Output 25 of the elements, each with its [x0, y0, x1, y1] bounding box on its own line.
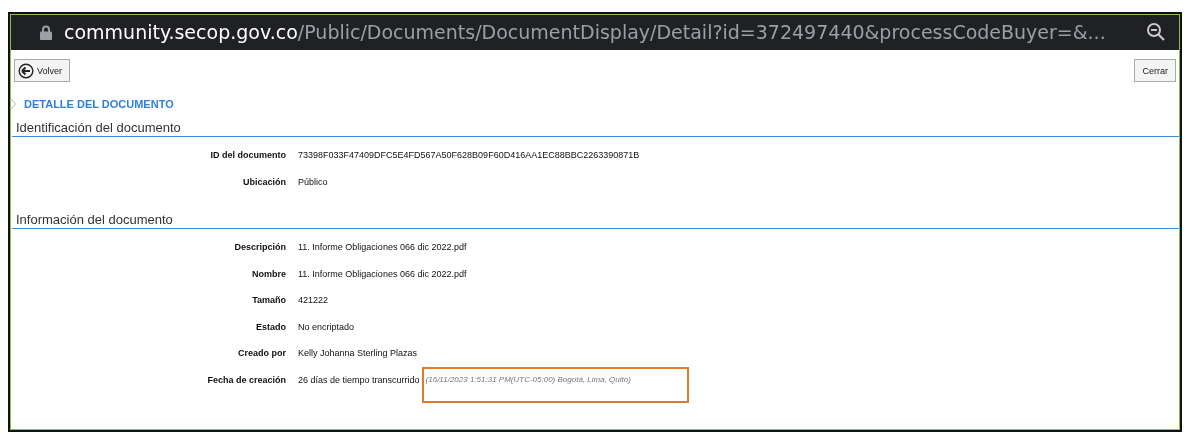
page-heading: DETALLE DEL DOCUMENTO	[24, 98, 174, 110]
section-title: Información del documento	[12, 212, 1180, 229]
field-label: Descripción	[233, 242, 287, 253]
field-value: 421222	[298, 295, 329, 306]
field-label: Tamaño	[251, 295, 287, 306]
field-value: Kelly Johanna Sterling Plazas	[298, 348, 418, 359]
field-value: 11. Informe Obligaciones 066 dic 2022.pdf	[298, 268, 467, 279]
field-label: ID del documento	[209, 150, 287, 161]
field-value: 11. Informe Obligaciones 066 dic 2022.pdf	[298, 242, 467, 253]
field-label: Fecha de creación	[206, 374, 287, 385]
chevron-icon	[10, 97, 16, 111]
field-label: Ubicación	[242, 176, 287, 187]
field-value: No encriptado	[298, 321, 355, 332]
back-button[interactable]: Volver	[14, 59, 70, 82]
field-label: Creado por	[237, 348, 287, 359]
zoom-out-icon[interactable]	[1146, 22, 1166, 42]
field-value: Público	[298, 176, 328, 187]
field-value: 73398F033F47409DFC5E4FD567A50F628B09F60D416AA1EC88BBC2263390871B	[298, 150, 640, 161]
timestamp-text: (16/11/2023 1:51:31 PM(UTC-05:00) Bogotá, Lima, Quito)	[425, 375, 631, 385]
section-title: Identificación del documento	[12, 120, 1180, 137]
field-label: Estado	[255, 321, 287, 332]
field-value: 26 días de tiempo transcurrido	[298, 374, 420, 385]
close-button[interactable]: Cerrar	[1134, 59, 1176, 82]
lock-icon	[40, 24, 52, 40]
field-label: Nombre	[251, 268, 287, 279]
